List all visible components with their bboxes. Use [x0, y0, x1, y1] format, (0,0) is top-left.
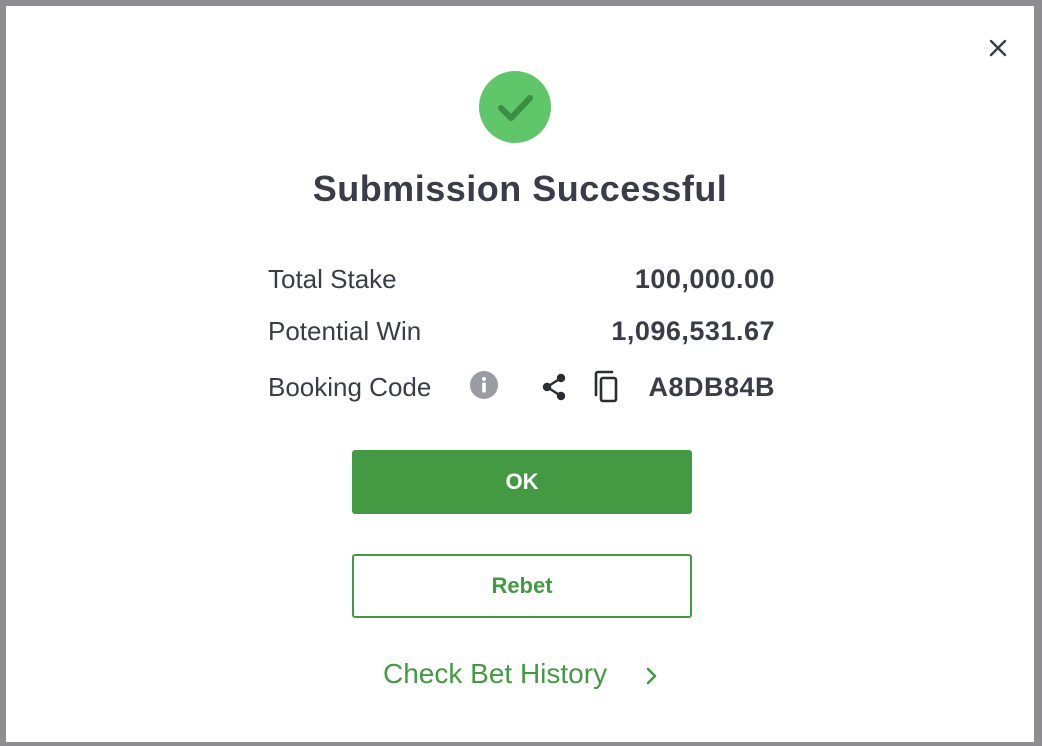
check-bet-history-label: Check Bet History	[383, 658, 608, 689]
booking-code-row: Booking Code A8DB84B	[268, 366, 775, 406]
check-circle-icon	[479, 71, 551, 143]
ok-button[interactable]: OK	[352, 450, 692, 514]
chevron-right-icon	[639, 664, 663, 688]
booking-code-value[interactable]: A8DB84B	[648, 372, 775, 403]
rebet-button[interactable]: Rebet	[352, 554, 692, 618]
info-icon[interactable]	[470, 371, 498, 399]
total-stake-label: Total Stake	[268, 264, 397, 294]
submission-dialog: Submission Successful Total Stake 100,00…	[6, 6, 1034, 742]
close-icon[interactable]	[986, 36, 1010, 60]
total-stake-value: 100,000.00	[634, 264, 775, 294]
dialog-title: Submission Successful	[312, 168, 728, 209]
copy-icon[interactable]	[590, 369, 622, 405]
share-icon[interactable]	[538, 371, 570, 403]
potential-win-row: Potential Win 1,096,531.67	[268, 310, 775, 350]
booking-code-label: Booking Code	[268, 372, 432, 402]
total-stake-row: Total Stake 100,000.00	[268, 258, 775, 298]
potential-win-label: Potential Win	[268, 316, 422, 346]
potential-win-value: 1,096,531.67	[611, 316, 775, 346]
